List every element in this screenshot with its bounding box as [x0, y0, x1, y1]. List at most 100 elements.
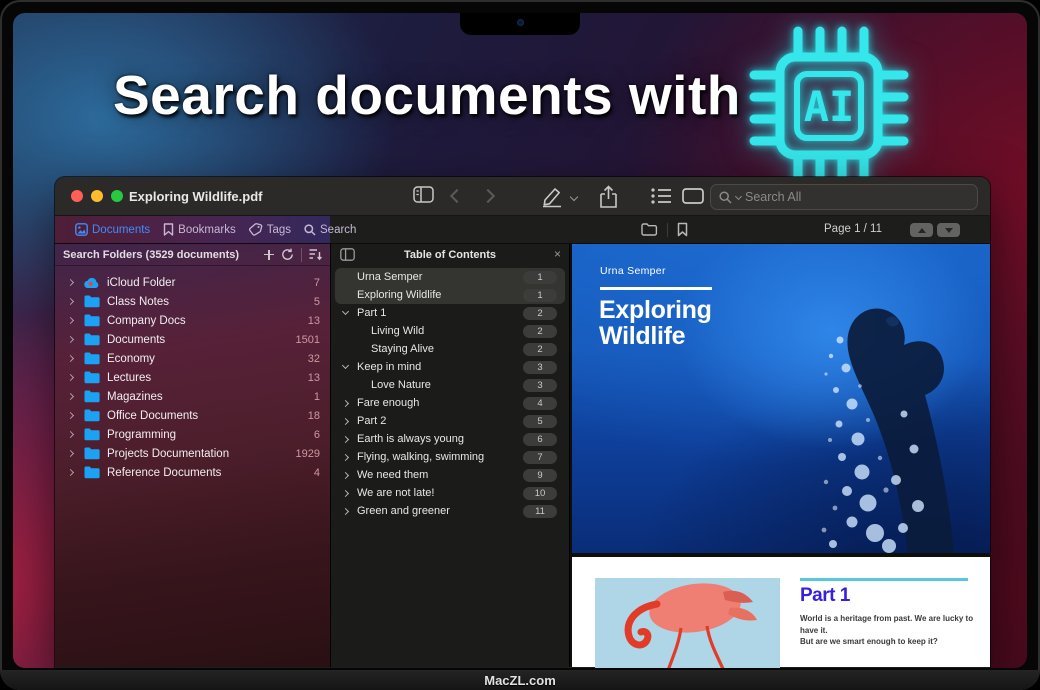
- chevron-right-icon[interactable]: [342, 507, 349, 514]
- pdf-page-2[interactable]: Part 1 World is a heritage from past. We…: [572, 557, 990, 667]
- folder-icon: [84, 409, 100, 422]
- chevron-right-icon[interactable]: [67, 374, 74, 381]
- sort-icon[interactable]: [309, 248, 322, 261]
- chevron-down-icon[interactable]: [342, 308, 349, 315]
- toc-item[interactable]: Urna Semper 1: [335, 268, 565, 286]
- bookmarks-tab-icon: [163, 223, 174, 236]
- bookmark-view-icon[interactable]: [677, 222, 688, 237]
- page-badge: 2: [523, 325, 557, 338]
- sync-icon[interactable]: [281, 248, 294, 261]
- sea-lion-photo: [690, 244, 990, 553]
- chevron-right-icon[interactable]: [67, 336, 74, 343]
- sidebar-toggle-icon[interactable]: [413, 186, 434, 203]
- icloud-folder-icon: [84, 276, 100, 289]
- toc-item[interactable]: Part 2 5: [335, 412, 565, 430]
- chevron-right-icon[interactable]: [67, 431, 74, 438]
- chevron-right-icon[interactable]: [342, 417, 349, 424]
- chevron-right-icon[interactable]: [342, 489, 349, 496]
- toc-item[interactable]: We are not late! 10: [335, 484, 565, 502]
- tab-search[interactable]: Search: [304, 224, 356, 236]
- chevron-right-icon[interactable]: [67, 412, 74, 419]
- toc-item[interactable]: Flying, walking, swimming 7: [335, 448, 565, 466]
- outline-list-icon[interactable]: [651, 188, 672, 204]
- document-title: Exploring Wildlife.pdf: [129, 189, 263, 204]
- tab-bookmarks[interactable]: Bookmarks: [163, 223, 236, 236]
- toc-item[interactable]: Living Wild 2: [335, 322, 565, 340]
- chevron-right-icon[interactable]: [342, 435, 349, 442]
- cover-author: Urna Semper: [600, 265, 666, 277]
- forward-button-icon[interactable]: [481, 189, 495, 203]
- page-down-button[interactable]: [937, 223, 960, 237]
- page-badge: 1: [523, 271, 557, 284]
- chevron-right-icon[interactable]: [342, 399, 349, 406]
- toc-item[interactable]: We need them 9: [335, 466, 565, 484]
- toc-item[interactable]: Fare enough 4: [335, 394, 565, 412]
- toc-item[interactable]: Exploring Wildlife 1: [335, 286, 565, 304]
- tab-tags[interactable]: Tags: [249, 223, 291, 236]
- toc-item[interactable]: Staying Alive 2: [335, 340, 565, 358]
- toc-item[interactable]: Part 1 2: [335, 304, 565, 322]
- chevron-down-icon[interactable]: [342, 362, 349, 369]
- back-button-icon[interactable]: [450, 189, 464, 203]
- laptop-frame: Search documents with AI: [0, 0, 1040, 690]
- chevron-right-icon[interactable]: [67, 469, 74, 476]
- close-icon[interactable]: ×: [554, 247, 561, 261]
- section-body: World is a heritage from past. We are lu…: [800, 613, 990, 648]
- zoom-window-button[interactable]: [111, 190, 123, 202]
- divider: [667, 223, 668, 237]
- chevron-right-icon[interactable]: [67, 298, 74, 305]
- chevron-right-icon[interactable]: [67, 393, 74, 400]
- folder-row[interactable]: Documents 1501: [55, 330, 330, 349]
- laptop-bottom-bezel: MacZL.com: [0, 670, 1040, 690]
- share-icon[interactable]: [599, 185, 618, 209]
- folder-row[interactable]: Economy 32: [55, 349, 330, 368]
- toc-title: Table of Contents: [404, 249, 496, 261]
- single-page-view-icon[interactable]: [682, 188, 704, 204]
- toc-item[interactable]: Earth is always young 6: [335, 430, 565, 448]
- folder-row[interactable]: Reference Documents 4: [55, 463, 330, 482]
- folder-row[interactable]: Class Notes 5: [55, 292, 330, 311]
- folder-row[interactable]: Programming 6: [55, 425, 330, 444]
- close-window-button[interactable]: [71, 190, 83, 202]
- pdf-page-1[interactable]: Urna Semper Exploring Wildlife: [572, 244, 990, 553]
- folder-icon: [84, 352, 100, 365]
- folder-row[interactable]: Company Docs 13: [55, 311, 330, 330]
- chevron-right-icon[interactable]: [342, 471, 349, 478]
- chevron-right-icon[interactable]: [342, 453, 349, 460]
- banner-title: Search documents with: [113, 63, 741, 127]
- search-input[interactable]: [745, 190, 969, 204]
- sidebar-header-label: Search Folders (3529 documents): [63, 249, 264, 261]
- annotate-pen-icon[interactable]: [540, 185, 564, 208]
- chevron-right-icon[interactable]: [67, 317, 74, 324]
- folder-icon: [84, 371, 100, 384]
- minimize-window-button[interactable]: [91, 190, 103, 202]
- page-badge: 1: [523, 289, 557, 302]
- pen-menu-caret-icon[interactable]: [570, 193, 578, 201]
- divider: [301, 248, 302, 262]
- tab-documents[interactable]: Documents: [75, 223, 150, 236]
- section-rule: [800, 578, 968, 581]
- toc-item[interactable]: Love Nature 3: [335, 376, 565, 394]
- nav-row: Documents Bookmarks Tags: [55, 216, 990, 244]
- page-badge: 4: [523, 397, 557, 410]
- add-folder-icon[interactable]: [264, 250, 274, 260]
- page-up-button[interactable]: [910, 223, 933, 237]
- chevron-right-icon[interactable]: [67, 279, 74, 286]
- folder-row[interactable]: Office Documents 18: [55, 406, 330, 425]
- toc-item[interactable]: Green and greener 11: [335, 502, 565, 520]
- page-badge: 9: [523, 469, 557, 482]
- folder-view-icon[interactable]: [641, 223, 658, 236]
- panel-toggle-icon[interactable]: [340, 248, 355, 261]
- chevron-right-icon[interactable]: [67, 355, 74, 362]
- folder-row[interactable]: Lectures 13: [55, 368, 330, 387]
- folders-sidebar: Search Folders (3529 documents): [55, 244, 330, 667]
- chevron-right-icon[interactable]: [67, 450, 74, 457]
- folder-row[interactable]: Projects Documentation 1929: [55, 444, 330, 463]
- svg-text:AI: AI: [804, 82, 855, 131]
- search-field[interactable]: [710, 184, 978, 210]
- page-indicator: Page 1 / 11: [824, 223, 882, 235]
- search-tab-icon: [304, 224, 316, 236]
- folder-row-icloud[interactable]: iCloud Folder 7: [55, 273, 330, 292]
- folder-row[interactable]: Magazines 1: [55, 387, 330, 406]
- toc-item[interactable]: Keep in mind 3: [335, 358, 565, 376]
